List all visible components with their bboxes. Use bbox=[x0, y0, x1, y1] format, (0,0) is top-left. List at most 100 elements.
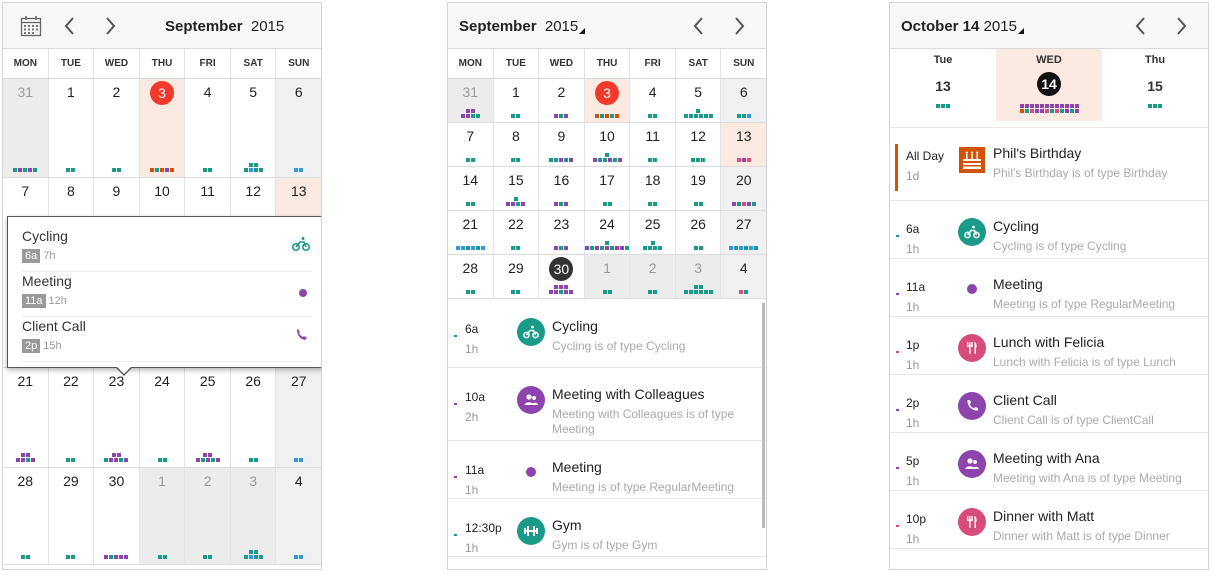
month-title[interactable]: September 2015 bbox=[165, 18, 284, 35]
day-cell[interactable]: 3 bbox=[230, 468, 277, 564]
event-dots bbox=[448, 109, 493, 118]
day-cell[interactable]: 4 bbox=[630, 79, 676, 122]
previous-day-button[interactable] bbox=[1131, 15, 1151, 37]
phone-icon bbox=[292, 325, 310, 343]
day-cell[interactable]: 6 bbox=[276, 79, 321, 177]
day-cell[interactable]: 15 bbox=[493, 167, 540, 210]
next-day-button[interactable] bbox=[1171, 15, 1191, 37]
next-month-button[interactable] bbox=[100, 15, 120, 37]
day-cell[interactable]: 2 bbox=[94, 79, 140, 177]
day-cell[interactable]: 5 bbox=[230, 79, 277, 177]
day-cell[interactable]: 12 bbox=[675, 123, 722, 166]
day-cell[interactable]: 28 bbox=[3, 468, 49, 564]
agenda-event-item[interactable]: 11a 1h Meeting Meeting is of type RegularMe… bbox=[448, 441, 766, 499]
agenda-event-item[interactable]: 10p 1h Dinner with Matt Dinner with Matt is… bbox=[890, 491, 1208, 549]
agenda-event-item[interactable]: 6a 1h Cycling Cycling is of type Cycling bbox=[448, 300, 766, 368]
day-cell[interactable]: 22 bbox=[493, 211, 540, 254]
day-cell[interactable]: 29 bbox=[493, 255, 540, 298]
day-number: 30 bbox=[108, 473, 125, 489]
day-cell[interactable]: 11 bbox=[630, 123, 676, 166]
day-cell[interactable]: 22 bbox=[48, 368, 95, 467]
day-cell[interactable]: 21 bbox=[448, 211, 494, 254]
previous-month-button[interactable] bbox=[60, 15, 80, 37]
day-cell[interactable]: 1 bbox=[584, 255, 631, 298]
agenda-event-item[interactable]: All Day 1d Phil's Birthday Phil's Birthday … bbox=[890, 128, 1208, 201]
day-cell[interactable]: 4 bbox=[185, 79, 231, 177]
agenda-event-item[interactable]: 10a 2h Meeting with Colleagues Meeting with… bbox=[448, 368, 766, 441]
calendar-header: October 14 2015 bbox=[890, 3, 1208, 49]
day-cell[interactable]: 9 bbox=[539, 123, 585, 166]
weekday-label: FRI bbox=[630, 49, 676, 78]
day-cell[interactable]: 6 bbox=[721, 79, 766, 122]
agenda-event-item[interactable]: 12:30p 1h Gym Gym is of type Gym bbox=[448, 499, 766, 557]
day-cell[interactable]: 31 bbox=[3, 79, 49, 177]
event-dots bbox=[94, 453, 139, 462]
day-cell[interactable]: 21 bbox=[3, 368, 49, 467]
day-cell[interactable]: 7 bbox=[448, 123, 494, 166]
day-number: 12 bbox=[245, 183, 261, 199]
event-duration: 1h bbox=[906, 532, 920, 546]
day-cell[interactable]: 4 bbox=[721, 255, 766, 298]
day-cell[interactable]: 27 bbox=[721, 211, 766, 254]
day-cell[interactable]: 3 bbox=[584, 79, 631, 122]
month-title[interactable]: September 2015 bbox=[459, 18, 586, 35]
day-cell[interactable]: 19 bbox=[675, 167, 722, 210]
agenda-event-item[interactable]: 6a 1h Cycling Cycling is of type Cycling bbox=[890, 201, 1208, 259]
day-cell[interactable]: 2 bbox=[185, 468, 231, 564]
agenda-event-item[interactable]: 2p 1h Client Call Client Call is of type Cl… bbox=[890, 375, 1208, 433]
day-cell[interactable]: 18 bbox=[630, 167, 676, 210]
day-cell[interactable]: 1 bbox=[493, 79, 540, 122]
day-cell[interactable]: 31 bbox=[448, 79, 494, 122]
day-number: 21 bbox=[17, 373, 34, 389]
event-duration: 1h bbox=[465, 483, 479, 497]
day-cell[interactable]: 24 bbox=[139, 368, 186, 467]
agenda-event-item[interactable]: 5p 1h Meeting with Ana Meeting with Ana is … bbox=[890, 433, 1208, 491]
day-thu-15[interactable]: Thu 15 bbox=[1102, 49, 1208, 121]
day-wed-14[interactable]: WED 14 bbox=[996, 49, 1102, 121]
event-time: All Day bbox=[906, 149, 945, 163]
day-tue-13[interactable]: Tue 13 bbox=[890, 49, 996, 121]
day-cell[interactable]: 27 bbox=[276, 368, 321, 467]
next-month-button[interactable] bbox=[729, 15, 749, 37]
event-name: Meeting with Ana bbox=[993, 450, 1100, 466]
day-cell[interactable]: 3 bbox=[675, 255, 722, 298]
day-cell[interactable]: 25 bbox=[630, 211, 676, 254]
day-cell[interactable]: 26 bbox=[230, 368, 277, 467]
date-title[interactable]: October 14 2015 bbox=[901, 18, 1024, 35]
agenda-event-item[interactable]: 1p 1h Lunch with Felicia Lunch with Felicia… bbox=[890, 317, 1208, 375]
day-cell[interactable]: 13 bbox=[721, 123, 766, 166]
day-cell[interactable]: 2 bbox=[630, 255, 676, 298]
day-cell[interactable]: 24 bbox=[584, 211, 631, 254]
day-cell[interactable]: 4 bbox=[276, 468, 321, 564]
day-cell[interactable]: 16 bbox=[539, 167, 585, 210]
day-cell[interactable]: 30 bbox=[94, 468, 140, 564]
day-cell[interactable]: 5 bbox=[675, 79, 722, 122]
day-cell[interactable]: 25 bbox=[185, 368, 231, 467]
day-cell[interactable]: 28 bbox=[448, 255, 494, 298]
day-cell[interactable]: 1 bbox=[139, 468, 186, 564]
day-cell[interactable]: 8 bbox=[493, 123, 540, 166]
previous-month-button[interactable] bbox=[689, 15, 709, 37]
day-cell[interactable]: 29 bbox=[48, 468, 95, 564]
day-cell[interactable]: 17 bbox=[584, 167, 631, 210]
agenda-event-item[interactable]: 11a 1h Meeting Meeting is of type RegularMe… bbox=[890, 259, 1208, 317]
agenda-scrollbar[interactable] bbox=[762, 303, 765, 528]
day-cell[interactable]: 30 bbox=[539, 255, 585, 298]
day-cell[interactable]: 3 bbox=[139, 79, 186, 177]
weekday-label: MON bbox=[3, 49, 49, 78]
week-row: 14 15 16 17 18 19 20 bbox=[448, 167, 766, 211]
day-cell[interactable]: 23 bbox=[94, 368, 140, 467]
popup-event-item[interactable]: Client Call 2p 15h bbox=[22, 317, 312, 362]
popup-event-item[interactable]: Meeting 11a 12h bbox=[22, 272, 312, 317]
day-cell[interactable]: 10 bbox=[584, 123, 631, 166]
calendar-grid-icon[interactable] bbox=[20, 15, 42, 37]
day-cell[interactable]: 2 bbox=[539, 79, 585, 122]
day-number: 25 bbox=[199, 373, 216, 389]
day-cell[interactable]: 23 bbox=[539, 211, 585, 254]
day-cell[interactable]: 26 bbox=[675, 211, 722, 254]
day-cell[interactable]: 14 bbox=[448, 167, 494, 210]
day-number: 13 bbox=[935, 78, 951, 94]
day-cell[interactable]: 20 bbox=[721, 167, 766, 210]
day-cell[interactable]: 1 bbox=[48, 79, 95, 177]
popup-event-item[interactable]: Cycling 6a 7h bbox=[22, 227, 312, 272]
